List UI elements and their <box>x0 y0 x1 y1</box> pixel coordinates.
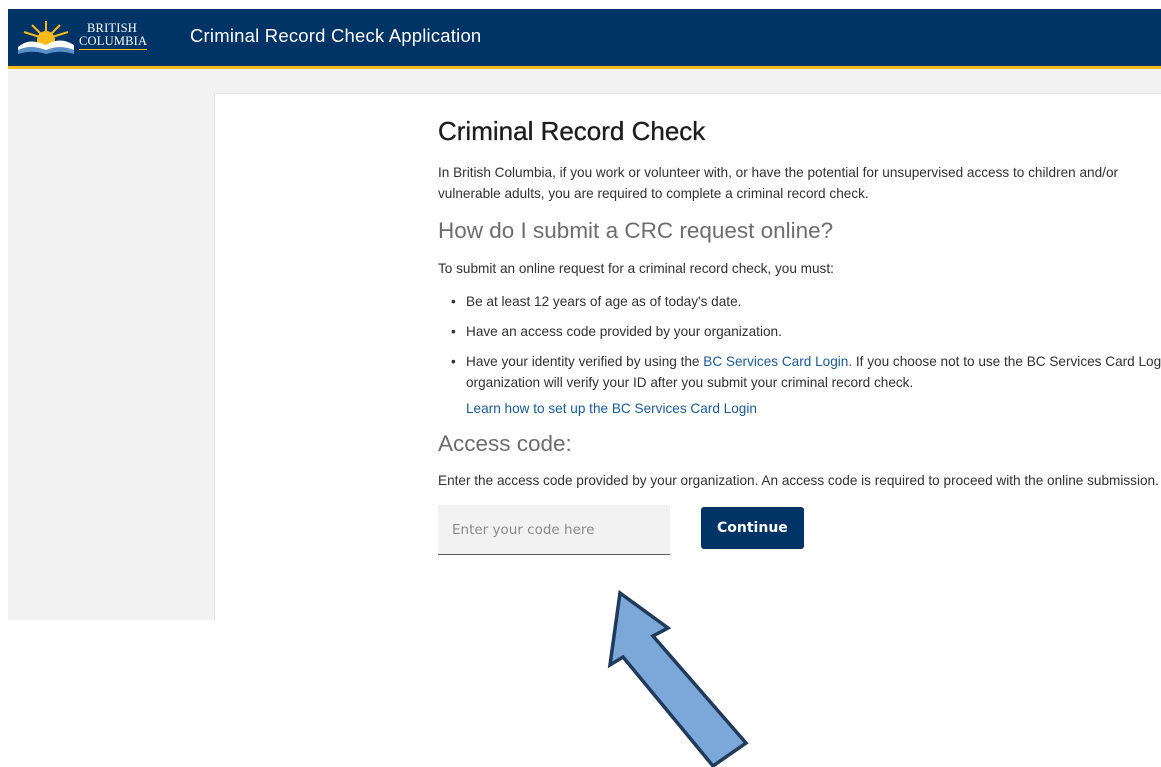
requirements-list: Be at least 12 years of age as of today'… <box>438 291 1161 419</box>
pointer-arrow-icon <box>607 590 749 767</box>
access-code-input[interactable] <box>438 505 670 555</box>
learn-bc-services-card-link[interactable]: Learn how to set up the BC Services Card… <box>466 398 1161 419</box>
page-title: Criminal Record Check <box>438 116 706 146</box>
identity-text-before: Have your identity verified by using the <box>466 354 704 369</box>
access-code-heading: Access code: <box>438 431 572 456</box>
access-code-row: Continue <box>438 505 1161 555</box>
app-title: Criminal Record Check Application <box>190 25 482 46</box>
logo-line-columbia: COLUMBIA <box>79 34 148 50</box>
online-request-lead: To submit an online request for a crimin… <box>438 261 834 276</box>
bc-logo-wordmark: BRITISH COLUMBIA <box>79 22 148 50</box>
bc-services-card-link[interactable]: BC Services Card Login <box>703 354 848 369</box>
requirement-age: Be at least 12 years of age as of today'… <box>451 291 1161 312</box>
continue-button[interactable]: Continue <box>701 507 804 549</box>
online-request-heading: How do I submit a CRC request online? <box>438 218 834 243</box>
bc-logo-icon[interactable] <box>18 19 74 57</box>
page-background <box>214 69 1161 93</box>
intro-paragraph: In British Columbia, if you work or volu… <box>438 165 1119 201</box>
requirement-access-code: Have an access code provided by your org… <box>451 321 1161 342</box>
app-header: BRITISH COLUMBIA Criminal Record Check A… <box>8 9 1161 69</box>
left-sidebar <box>8 69 214 620</box>
requirement-identity: Have your identity verified by using the… <box>451 351 1161 419</box>
access-code-description: Enter the access code provided by your o… <box>438 473 1159 488</box>
main-content: Criminal Record Check In British Columbi… <box>438 110 1161 555</box>
